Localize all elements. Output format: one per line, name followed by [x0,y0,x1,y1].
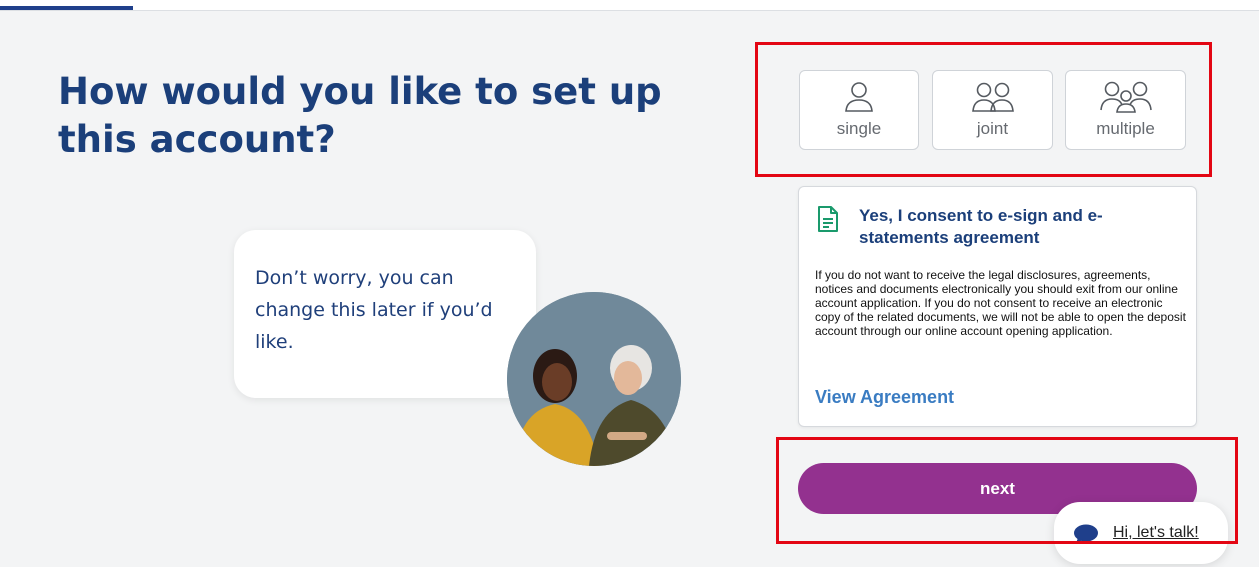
multiple-account-button[interactable]: multiple [1065,70,1186,150]
consent-body: If you do not want to receive the legal … [815,268,1186,338]
view-agreement-link[interactable]: View Agreement [815,387,954,408]
joint-account-button[interactable]: joint [932,70,1053,150]
consent-title: Yes, I consent to e-sign and e-statement… [859,206,1103,247]
top-divider [0,0,1259,11]
group-icon [1099,81,1152,113]
progress-indicator [0,6,133,10]
joint-label: joint [976,119,1009,138]
page-title: How would you like to set up this accoun… [58,70,662,161]
chat-label: Hi, let's talk! [1113,524,1199,541]
people-photo [507,292,681,466]
single-account-button[interactable]: single [799,70,919,150]
reassurance-bubble: Don’t worry, you can change this later i… [234,230,536,398]
consent-card: Yes, I consent to e-sign and e-statement… [798,186,1197,427]
chat-bubble-icon [1074,524,1098,543]
document-icon [818,206,838,232]
multiple-label: multiple [1096,119,1155,138]
person-icon [845,82,873,112]
reassurance-text: Don’t worry, you can change this later i… [255,267,493,353]
chat-widget[interactable]: Hi, let's talk! [1054,502,1228,564]
two-people-icon [971,82,1014,112]
single-label: single [836,119,882,138]
